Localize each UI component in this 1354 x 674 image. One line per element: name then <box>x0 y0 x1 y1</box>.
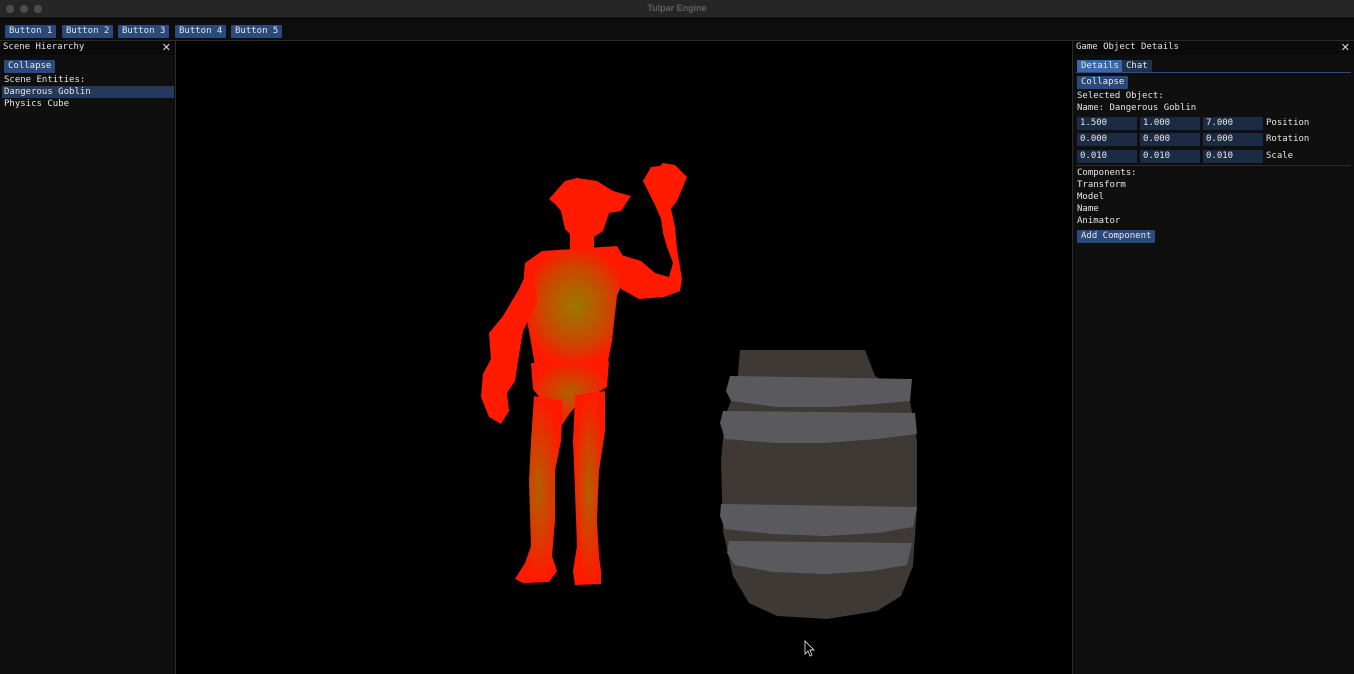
panel-title: Game Object Details <box>1076 42 1179 52</box>
window-titlebar: Tulpar Engine <box>0 0 1354 18</box>
game-object-details-panel: Game Object Details ✕ Details Chat Colla… <box>1072 41 1354 674</box>
scale-z-field[interactable]: 0.010 <box>1203 150 1263 163</box>
toolbar-button-5[interactable]: Button 5 <box>231 25 283 38</box>
rotation-x-field[interactable]: 0.000 <box>1077 133 1137 146</box>
close-icon[interactable]: ✕ <box>1341 41 1350 54</box>
tab-details[interactable]: Details <box>1077 60 1123 72</box>
tab-chat[interactable]: Chat <box>1122 60 1152 72</box>
position-z-field[interactable]: 7.000 <box>1203 117 1263 130</box>
toolbar-button-2[interactable]: Button 2 <box>62 25 114 38</box>
panel-title: Scene Hierarchy <box>3 42 85 52</box>
component-item-name: Name <box>1077 204 1099 214</box>
goblin-model[interactable] <box>481 163 687 585</box>
toolbar-button-4[interactable]: Button 4 <box>175 25 227 38</box>
position-y-field[interactable]: 1.000 <box>1140 117 1200 130</box>
entities-label: Scene Entities: <box>4 75 86 85</box>
position-x-field[interactable]: 1.500 <box>1077 117 1137 130</box>
add-component-button[interactable]: Add Component <box>1077 230 1156 243</box>
scale-label: Scale <box>1266 151 1294 161</box>
barrel-model[interactable] <box>720 350 917 619</box>
scale-x-field[interactable]: 0.010 <box>1077 150 1137 163</box>
window-title: Tulpar Engine <box>647 3 707 13</box>
rotation-y-field[interactable]: 0.000 <box>1140 133 1200 146</box>
toolbar-button-3[interactable]: Button 3 <box>118 25 170 38</box>
toolbar-button-1[interactable]: Button 1 <box>5 25 57 38</box>
divider <box>1076 165 1351 166</box>
collapse-button[interactable]: Collapse <box>1077 76 1129 89</box>
scene-hierarchy-header: Scene Hierarchy ✕ <box>0 41 175 55</box>
component-item-model: Model <box>1077 192 1105 202</box>
object-name: Name: Dangerous Goblin <box>1077 103 1197 113</box>
position-label: Position <box>1266 118 1310 128</box>
close-icon[interactable]: ✕ <box>162 41 171 54</box>
viewport-canvas <box>481 163 917 657</box>
component-item-transform: Transform <box>1077 180 1126 190</box>
component-item-animator: Animator <box>1077 216 1121 226</box>
entity-item-physics-cube[interactable]: Physics Cube <box>4 99 69 109</box>
scene-viewport[interactable] <box>177 41 1072 674</box>
rotation-label: Rotation <box>1266 134 1310 144</box>
scene-hierarchy-panel: Scene Hierarchy ✕ Collapse Scene Entitie… <box>0 41 176 674</box>
toolbar: Button 1 Button 2 Button 3 Button 4 Butt… <box>0 19 1354 41</box>
selected-object-label: Selected Object: <box>1077 91 1164 101</box>
collapse-button[interactable]: Collapse <box>4 60 56 73</box>
scale-y-field[interactable]: 0.010 <box>1140 150 1200 163</box>
components-label: Components: <box>1077 168 1137 178</box>
tab-underline <box>1076 72 1351 73</box>
details-header: Game Object Details ✕ <box>1073 41 1354 55</box>
mouse-cursor <box>804 639 816 657</box>
rotation-z-field[interactable]: 0.000 <box>1203 133 1263 146</box>
entity-item-dangerous-goblin[interactable]: Dangerous Goblin <box>4 87 91 97</box>
